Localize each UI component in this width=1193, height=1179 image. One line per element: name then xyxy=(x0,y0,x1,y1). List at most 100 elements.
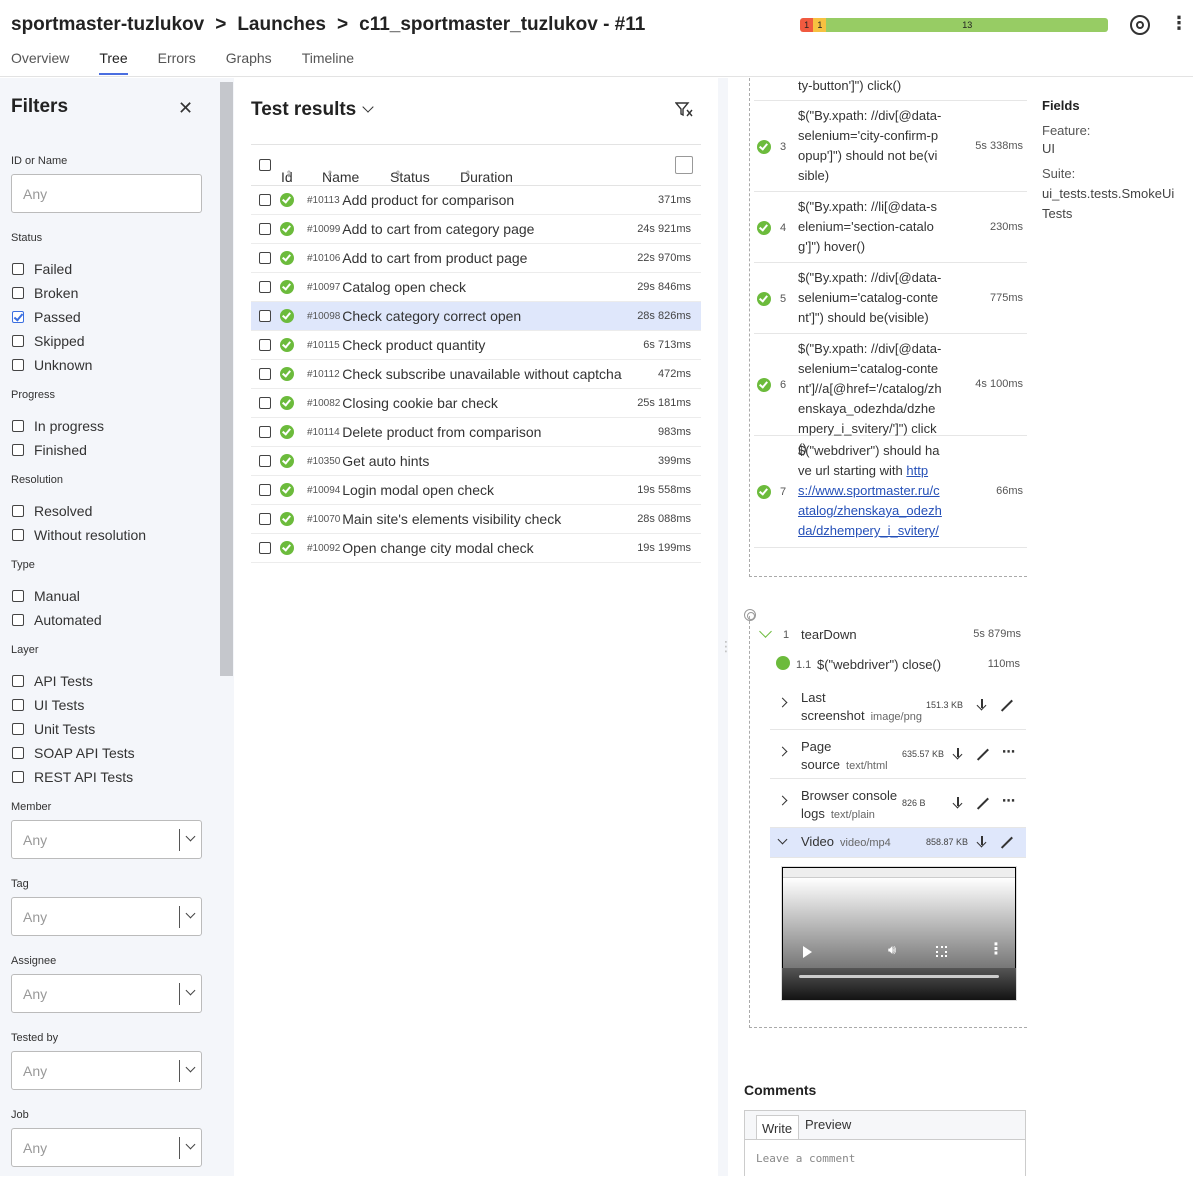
checkbox[interactable] xyxy=(12,287,24,299)
checkbox[interactable] xyxy=(12,263,24,275)
expand-icon[interactable] xyxy=(1000,699,1013,712)
status-segment[interactable]: 13 xyxy=(826,18,1108,32)
launch-status-icon[interactable] xyxy=(1130,15,1150,35)
table-row[interactable]: #10070 Main site's elements visibility ch… xyxy=(251,505,701,534)
row-checkbox[interactable] xyxy=(259,397,271,409)
table-row[interactable]: #10113 Add product for comparison 371ms xyxy=(251,186,701,215)
download-icon[interactable] xyxy=(976,699,988,712)
chevron-right-icon[interactable] xyxy=(777,746,788,757)
sidebar-scrollbar[interactable] xyxy=(220,82,233,676)
row-checkbox[interactable] xyxy=(259,223,271,235)
checkbox[interactable] xyxy=(12,614,24,626)
close-icon[interactable]: ✕ xyxy=(178,98,193,119)
row-checkbox[interactable] xyxy=(259,484,271,496)
row-checkbox[interactable] xyxy=(259,339,271,351)
more-menu-icon[interactable]: ⋮ xyxy=(1170,13,1188,34)
step-row[interactable]: 7 $("webdriver") should have url starting… xyxy=(754,436,1027,548)
checkbox[interactable] xyxy=(12,335,24,347)
job-select[interactable]: Any xyxy=(11,1128,202,1167)
tested-by-select[interactable]: Any xyxy=(11,1051,202,1090)
checkbox[interactable] xyxy=(12,311,24,323)
table-row[interactable]: #10092 Open change city modal check 19s 19… xyxy=(251,534,701,563)
checkbox[interactable] xyxy=(12,675,24,687)
table-row[interactable]: #10350 Get auto hints 399ms xyxy=(251,447,701,476)
filter-option[interactable]: In progress xyxy=(12,418,104,434)
filter-option[interactable]: Unit Tests xyxy=(12,721,95,737)
filter-option[interactable]: API Tests xyxy=(12,673,93,689)
row-checkbox[interactable] xyxy=(259,252,271,264)
filter-option[interactable]: Manual xyxy=(12,588,80,604)
status-summary-bar[interactable]: 1 1 13 xyxy=(800,18,1108,32)
row-checkbox[interactable] xyxy=(259,310,271,322)
member-select[interactable]: Any xyxy=(11,820,202,859)
select-all-checkbox[interactable] xyxy=(259,159,271,171)
teardown-step[interactable]: 1 tearDown 5s 879ms xyxy=(759,623,1027,647)
video-more-icon[interactable]: ⋮ xyxy=(988,939,1004,959)
table-row[interactable]: #10114 Delete product from comparison 983m… xyxy=(251,418,701,447)
columns-settings-icon[interactable] xyxy=(675,156,693,174)
tab-tree[interactable]: Tree xyxy=(99,50,128,75)
step-row[interactable]: 5 $("By.xpath: //div[@data-selenium='cata… xyxy=(754,263,1027,334)
expand-icon[interactable] xyxy=(1000,836,1013,849)
checkbox[interactable] xyxy=(12,699,24,711)
checkbox[interactable] xyxy=(12,359,24,371)
row-checkbox[interactable] xyxy=(259,368,271,380)
tag-select[interactable]: Any xyxy=(11,897,202,936)
filter-option[interactable]: UI Tests xyxy=(12,697,84,713)
table-row[interactable]: #10112 Check subscribe unavailable withou… xyxy=(251,360,701,389)
expand-icon[interactable] xyxy=(976,797,989,810)
table-row[interactable]: #10097 Catalog open check 29s 846ms xyxy=(251,273,701,302)
chevron-down-icon[interactable] xyxy=(179,1137,201,1159)
row-checkbox[interactable] xyxy=(259,513,271,525)
play-icon[interactable] xyxy=(803,946,812,958)
step-row[interactable]: 3 $("By.xpath: //div[@data-selenium='city… xyxy=(754,101,1027,192)
volume-icon[interactable]: 🔊︎ xyxy=(888,942,896,958)
id-name-input[interactable]: Any xyxy=(11,174,202,213)
table-row[interactable]: #10098 Check category correct open 28s 826… xyxy=(251,302,701,331)
table-row[interactable]: #10106 Add to cart from product page 22s 9… xyxy=(251,244,701,273)
attachment-row[interactable]: Video video/mp4 858.87 KB xyxy=(770,828,1026,858)
more-icon[interactable]: ⋯ xyxy=(1002,793,1015,809)
filter-option[interactable]: Unknown xyxy=(12,357,92,373)
step-row[interactable]: 6 $("By.xpath: //div[@data-selenium='cata… xyxy=(754,334,1027,456)
fullscreen-icon[interactable] xyxy=(936,946,947,957)
video-progress-bar[interactable] xyxy=(799,975,999,978)
chevron-down-icon[interactable] xyxy=(179,983,201,1005)
tab-overview[interactable]: Overview xyxy=(11,50,69,75)
chevron-down-icon[interactable] xyxy=(179,1060,201,1082)
row-checkbox[interactable] xyxy=(259,426,271,438)
status-segment[interactable]: 1 xyxy=(813,18,827,32)
breadcrumb-launches[interactable]: Launches xyxy=(237,14,326,35)
more-icon[interactable]: ⋯ xyxy=(1002,744,1015,760)
write-tab[interactable]: Write xyxy=(756,1115,799,1141)
table-row[interactable]: #10115 Check product quantity 6s 713ms xyxy=(251,331,701,360)
row-checkbox[interactable] xyxy=(259,194,271,206)
test-results-title[interactable]: Test results xyxy=(251,99,374,121)
row-checkbox[interactable] xyxy=(259,542,271,554)
clear-filter-icon[interactable] xyxy=(675,102,693,118)
video-player[interactable]: 🔊︎ ⋮ xyxy=(781,866,1017,1001)
checkbox[interactable] xyxy=(12,590,24,602)
tab-timeline[interactable]: Timeline xyxy=(302,50,354,75)
expand-icon[interactable] xyxy=(976,748,989,761)
step-row[interactable]: 4 $("By.xpath: //li[@data-selenium='secti… xyxy=(754,192,1027,263)
filter-option[interactable]: Automated xyxy=(12,612,102,628)
checkbox[interactable] xyxy=(12,771,24,783)
assignee-select[interactable]: Any xyxy=(11,974,202,1013)
chevron-right-icon[interactable] xyxy=(777,795,788,806)
attachment-row[interactable]: Page sourcetext/html635.57 KB•••⋯ xyxy=(770,730,1026,779)
checkbox[interactable] xyxy=(12,723,24,735)
filter-option[interactable]: Passed xyxy=(12,309,81,325)
checkbox[interactable] xyxy=(12,444,24,456)
tab-graphs[interactable]: Graphs xyxy=(226,50,272,75)
chevron-down-icon[interactable] xyxy=(179,829,201,851)
attachment-row[interactable]: Last screenshot image/png 151.3 KB xyxy=(770,681,1026,730)
filter-option[interactable]: Without resolution xyxy=(12,527,146,543)
row-checkbox[interactable] xyxy=(259,281,271,293)
comment-textarea[interactable]: Leave a comment xyxy=(745,1139,1025,1179)
attachment-row[interactable]: Browser console logstext/plain826 B•••⋯ xyxy=(770,779,1026,828)
filter-option[interactable]: Resolved xyxy=(12,503,92,519)
filter-option[interactable]: Finished xyxy=(12,442,87,458)
table-row[interactable]: #10094 Login modal open check 19s 558ms xyxy=(251,476,701,505)
download-icon[interactable] xyxy=(952,797,964,810)
